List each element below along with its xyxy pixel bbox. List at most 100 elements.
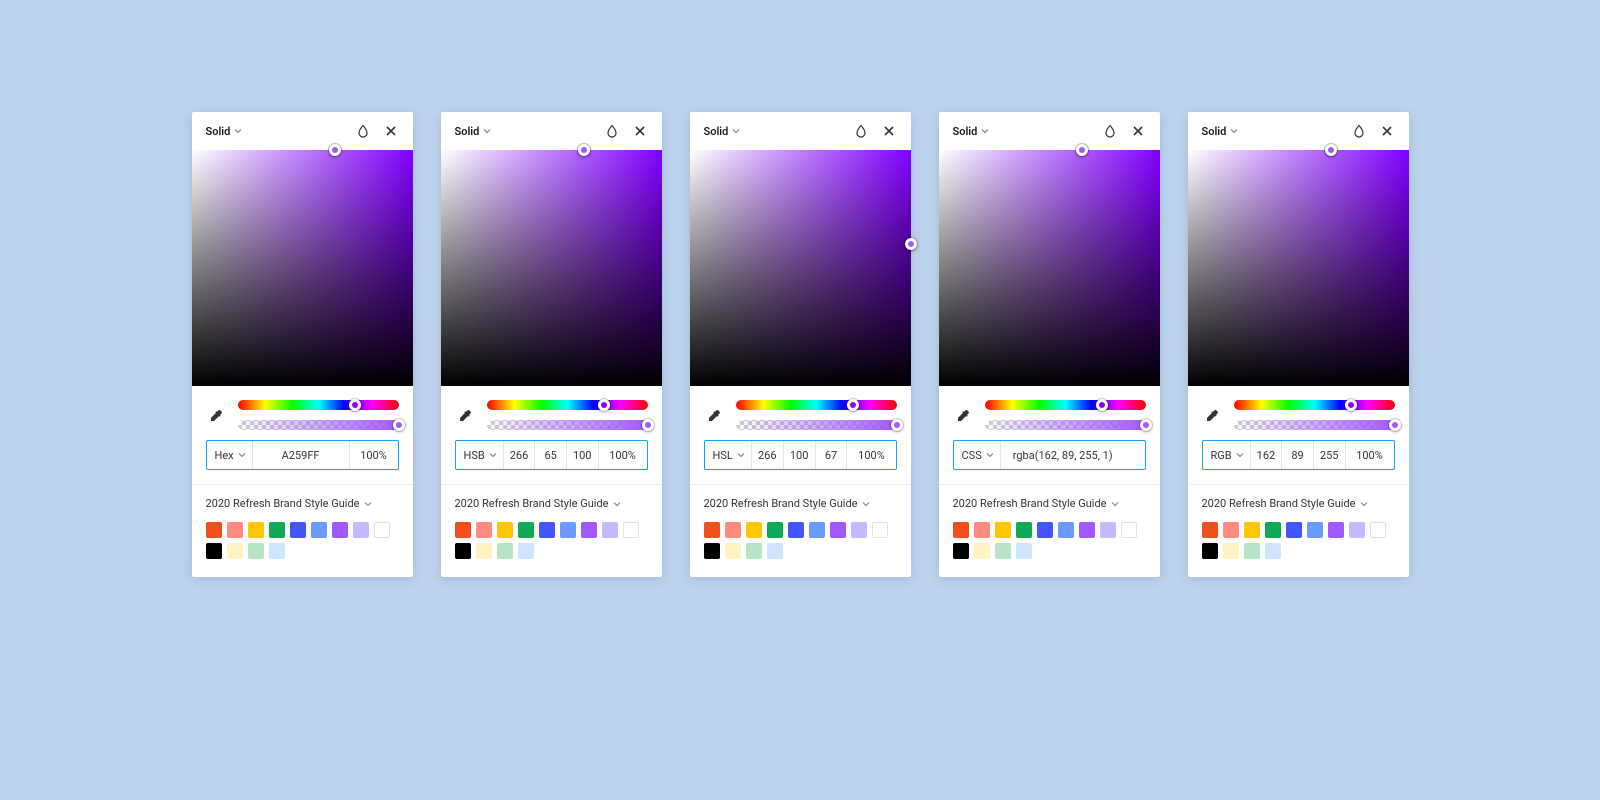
color-swatch[interactable] (1100, 522, 1116, 538)
blend-mode-button[interactable] (598, 117, 626, 145)
close-button[interactable] (1124, 117, 1152, 145)
color-swatch[interactable] (476, 543, 492, 559)
color-swatch[interactable] (455, 543, 471, 559)
eyedropper-button[interactable] (1202, 405, 1222, 425)
color-swatch[interactable] (332, 522, 348, 538)
color-mode-dropdown[interactable]: RGB (1203, 441, 1251, 469)
color-swatch[interactable] (476, 522, 492, 538)
hue-input[interactable]: 266 (504, 441, 536, 469)
eyedropper-button[interactable] (953, 405, 973, 425)
fill-type-dropdown[interactable]: Solid (206, 125, 243, 138)
color-swatch[interactable] (1016, 543, 1032, 559)
color-swatch[interactable] (830, 522, 846, 538)
eyedropper-button[interactable] (704, 405, 724, 425)
library-dropdown[interactable]: 2020 Refresh Brand Style Guide (455, 497, 648, 510)
opacity-slider[interactable] (985, 420, 1146, 430)
hue-input[interactable]: 266 (752, 441, 784, 469)
color-swatch[interactable] (1349, 522, 1365, 538)
color-swatch[interactable] (227, 543, 243, 559)
opacity-input[interactable]: 100% (1346, 441, 1394, 469)
color-swatch[interactable] (974, 522, 990, 538)
color-swatch[interactable] (953, 522, 969, 538)
opacity-slider[interactable] (487, 420, 648, 430)
canvas-handle[interactable] (1076, 144, 1088, 156)
color-swatch[interactable] (1202, 543, 1218, 559)
close-button[interactable] (377, 117, 405, 145)
color-canvas[interactable] (690, 150, 911, 386)
color-swatch[interactable] (1079, 522, 1095, 538)
opacity-input[interactable]: 100% (847, 441, 895, 469)
blue-input[interactable]: 255 (1314, 441, 1346, 469)
color-swatch[interactable] (374, 522, 390, 538)
color-swatch[interactable] (1223, 543, 1239, 559)
hue-handle[interactable] (598, 399, 610, 411)
color-swatch[interactable] (353, 522, 369, 538)
color-swatch[interactable] (746, 522, 762, 538)
blend-mode-button[interactable] (1345, 117, 1373, 145)
canvas-handle[interactable] (1325, 144, 1337, 156)
hue-slider[interactable] (487, 400, 648, 410)
color-swatch[interactable] (581, 522, 597, 538)
color-mode-dropdown[interactable]: HSB (456, 441, 504, 469)
opacity-handle[interactable] (1140, 419, 1152, 431)
lightness-input[interactable]: 67 (816, 441, 848, 469)
css-input[interactable]: rgba(162, 89, 255, 1) (1001, 441, 1145, 469)
opacity-slider[interactable] (1234, 420, 1395, 430)
color-swatch[interactable] (1016, 522, 1032, 538)
red-input[interactable]: 162 (1251, 441, 1283, 469)
hue-handle[interactable] (847, 399, 859, 411)
color-swatch[interactable] (290, 522, 306, 538)
color-swatch[interactable] (704, 543, 720, 559)
library-dropdown[interactable]: 2020 Refresh Brand Style Guide (704, 497, 897, 510)
opacity-handle[interactable] (1389, 419, 1401, 431)
color-swatch[interactable] (809, 522, 825, 538)
color-swatch[interactable] (539, 522, 555, 538)
close-button[interactable] (626, 117, 654, 145)
color-swatch[interactable] (1265, 522, 1281, 538)
color-mode-dropdown[interactable]: CSS (954, 441, 1001, 469)
color-swatch[interactable] (455, 522, 471, 538)
hue-slider[interactable] (1234, 400, 1395, 410)
color-swatch[interactable] (227, 522, 243, 538)
color-canvas[interactable] (192, 150, 413, 386)
color-swatch[interactable] (518, 522, 534, 538)
color-swatch[interactable] (1202, 522, 1218, 538)
color-swatch[interactable] (1307, 522, 1323, 538)
opacity-slider[interactable] (238, 420, 399, 430)
hue-handle[interactable] (349, 399, 361, 411)
canvas-handle[interactable] (905, 238, 917, 250)
color-mode-dropdown[interactable]: Hex (207, 441, 253, 469)
green-input[interactable]: 89 (1282, 441, 1314, 469)
color-swatch[interactable] (995, 543, 1011, 559)
fill-type-dropdown[interactable]: Solid (704, 125, 741, 138)
color-swatch[interactable] (269, 543, 285, 559)
library-dropdown[interactable]: 2020 Refresh Brand Style Guide (206, 497, 399, 510)
color-swatch[interactable] (560, 522, 576, 538)
color-canvas[interactable] (441, 150, 662, 386)
color-swatch[interactable] (1370, 522, 1386, 538)
hex-input[interactable]: A259FF (253, 441, 350, 469)
color-swatch[interactable] (788, 522, 804, 538)
color-swatch[interactable] (248, 543, 264, 559)
color-swatch[interactable] (206, 543, 222, 559)
color-swatch[interactable] (746, 543, 762, 559)
hue-handle[interactable] (1345, 399, 1357, 411)
color-swatch[interactable] (1328, 522, 1344, 538)
hue-handle[interactable] (1096, 399, 1108, 411)
color-swatch[interactable] (269, 522, 285, 538)
opacity-handle[interactable] (642, 419, 654, 431)
color-swatch[interactable] (1037, 522, 1053, 538)
color-swatch[interactable] (995, 522, 1011, 538)
opacity-input[interactable]: 100% (599, 441, 647, 469)
eyedropper-button[interactable] (206, 405, 226, 425)
canvas-handle[interactable] (329, 144, 341, 156)
fill-type-dropdown[interactable]: Solid (455, 125, 492, 138)
saturation-input[interactable]: 65 (535, 441, 567, 469)
blend-mode-button[interactable] (349, 117, 377, 145)
color-canvas[interactable] (939, 150, 1160, 386)
color-swatch[interactable] (1265, 543, 1281, 559)
canvas-handle[interactable] (578, 144, 590, 156)
brightness-input[interactable]: 100 (567, 441, 599, 469)
color-swatch[interactable] (1223, 522, 1239, 538)
opacity-handle[interactable] (393, 419, 405, 431)
